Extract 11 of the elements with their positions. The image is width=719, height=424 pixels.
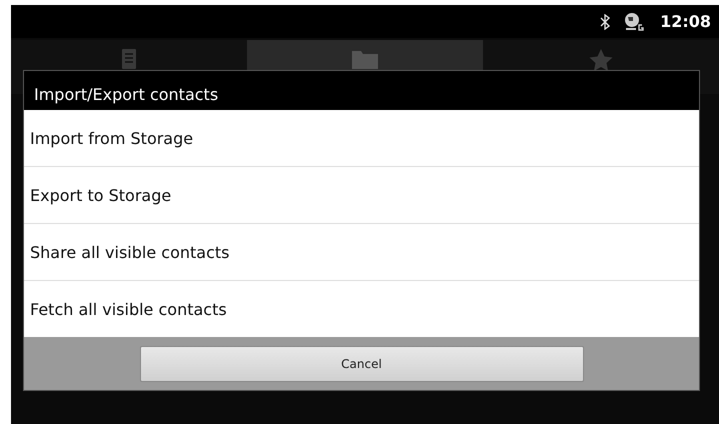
menu-item[interactable]: Import from Storage bbox=[24, 110, 699, 167]
menu-item[interactable]: Fetch all visible contacts bbox=[24, 281, 699, 337]
document-icon bbox=[121, 48, 137, 70]
bluetooth-icon bbox=[600, 14, 610, 30]
menu-item[interactable]: Export to Storage bbox=[24, 167, 699, 224]
clock-time: 12:08 bbox=[660, 12, 711, 31]
cancel-button[interactable]: Cancel bbox=[140, 346, 584, 382]
star-icon bbox=[588, 48, 614, 72]
menu-item[interactable]: Share all visible contacts bbox=[24, 224, 699, 281]
dialog-title: Import/Export contacts bbox=[33, 84, 220, 106]
globe-icon bbox=[624, 12, 646, 32]
